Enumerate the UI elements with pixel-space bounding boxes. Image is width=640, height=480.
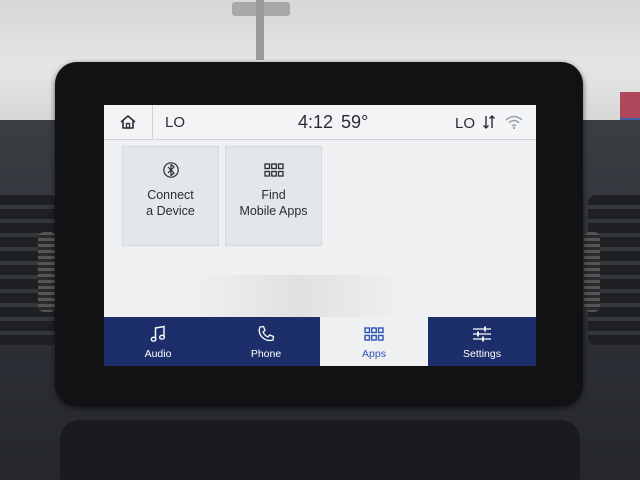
connect-device-label: Connect a Device <box>146 188 195 218</box>
left-climate-status[interactable]: LO <box>165 114 185 131</box>
lamp-pole <box>256 0 264 60</box>
infotainment-screen: LO 4:12 59° LO Connect a Device Find Mob… <box>104 105 536 366</box>
status-bar: LO 4:12 59° LO <box>104 105 536 140</box>
right-vent-knob <box>584 232 600 312</box>
nav-audio[interactable]: Audio <box>104 317 212 366</box>
music-note-icon <box>150 325 165 342</box>
clock-temperature: 4:12 59° <box>298 112 368 133</box>
bluetooth-icon <box>162 162 179 178</box>
lower-console <box>60 420 580 480</box>
wifi-icon <box>505 115 523 129</box>
apps-grid-icon <box>263 163 284 177</box>
find-mobile-apps-label: Find Mobile Apps <box>239 188 308 218</box>
home-icon <box>120 115 136 129</box>
phone-icon <box>258 325 275 341</box>
nav-apps[interactable]: Apps <box>320 317 428 366</box>
nav-apps-label: Apps <box>362 347 386 360</box>
right-climate-status[interactable]: LO <box>455 115 475 132</box>
nav-settings-label: Settings <box>463 347 501 360</box>
bottom-navigation: Audio Phone Apps Settings <box>104 317 536 366</box>
connect-device-tile[interactable]: Connect a Device <box>122 146 219 246</box>
outside-temperature: 59° <box>341 112 369 132</box>
apps-grid-icon <box>364 326 384 341</box>
left-vent-knob <box>38 232 56 312</box>
nav-phone-label: Phone <box>250 347 282 360</box>
home-button[interactable] <box>104 105 153 139</box>
clock-time: 4:12 <box>298 112 334 132</box>
nav-settings[interactable]: Settings <box>428 317 536 366</box>
nav-phone[interactable]: Phone <box>212 317 320 366</box>
nav-audio-label: Audio <box>144 347 172 360</box>
sort-arrows-icon <box>483 115 495 129</box>
sliders-icon <box>473 326 491 341</box>
find-mobile-apps-tile[interactable]: Find Mobile Apps <box>225 146 322 246</box>
